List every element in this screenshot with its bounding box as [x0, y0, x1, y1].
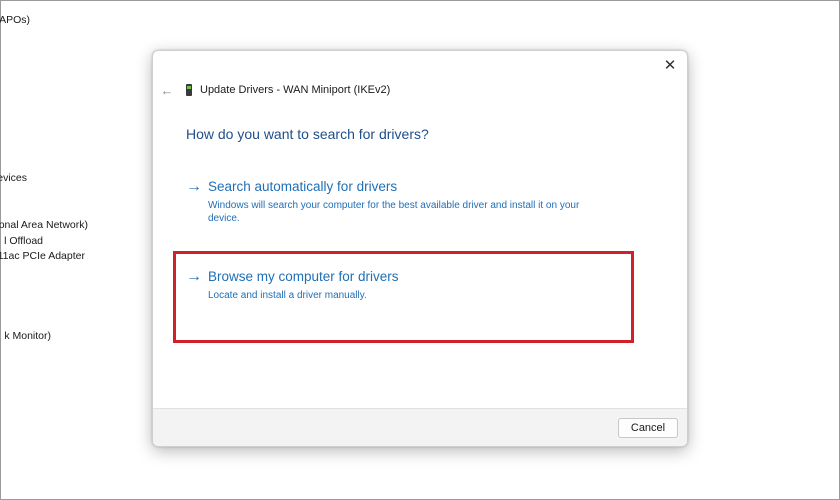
- search-automatically-option[interactable]: → Search automatically for drivers Windo…: [186, 179, 588, 225]
- back-arrow-icon[interactable]: ←: [158, 82, 176, 98]
- device-list-item[interactable]: APOs): [0, 14, 30, 26]
- page-heading: How do you want to search for drivers?: [186, 126, 429, 142]
- arrow-right-icon: →: [186, 178, 202, 195]
- device-list-item[interactable]: l Offload: [4, 235, 43, 247]
- dialog-title: Update Drivers - WAN Miniport (IKEv2): [200, 84, 391, 96]
- browse-computer-option[interactable]: → Browse my computer for drivers Locate …: [186, 269, 588, 302]
- arrow-right-icon: →: [186, 268, 202, 285]
- device-list-item[interactable]: k Monitor): [4, 330, 51, 342]
- network-adapter-icon: [186, 84, 192, 96]
- update-drivers-dialog: ✕ ← Update Drivers - WAN Miniport (IKEv2…: [152, 50, 688, 447]
- dialog-title-row: Update Drivers - WAN Miniport (IKEv2): [186, 84, 390, 96]
- device-list-item[interactable]: onal Area Network): [0, 219, 88, 231]
- device-list-item[interactable]: 11ac PCIe Adapter: [0, 250, 85, 262]
- option-title: Search automatically for drivers: [208, 179, 398, 194]
- option-title: Browse my computer for drivers: [208, 269, 399, 284]
- close-icon[interactable]: ✕: [659, 55, 681, 75]
- dialog-footer: Cancel: [153, 408, 687, 446]
- option-description: Locate and install a driver manually.: [208, 290, 367, 301]
- device-list-item[interactable]: evices: [0, 172, 27, 184]
- cancel-button[interactable]: Cancel: [618, 418, 678, 438]
- option-description: Windows will search your computer for th…: [208, 200, 580, 224]
